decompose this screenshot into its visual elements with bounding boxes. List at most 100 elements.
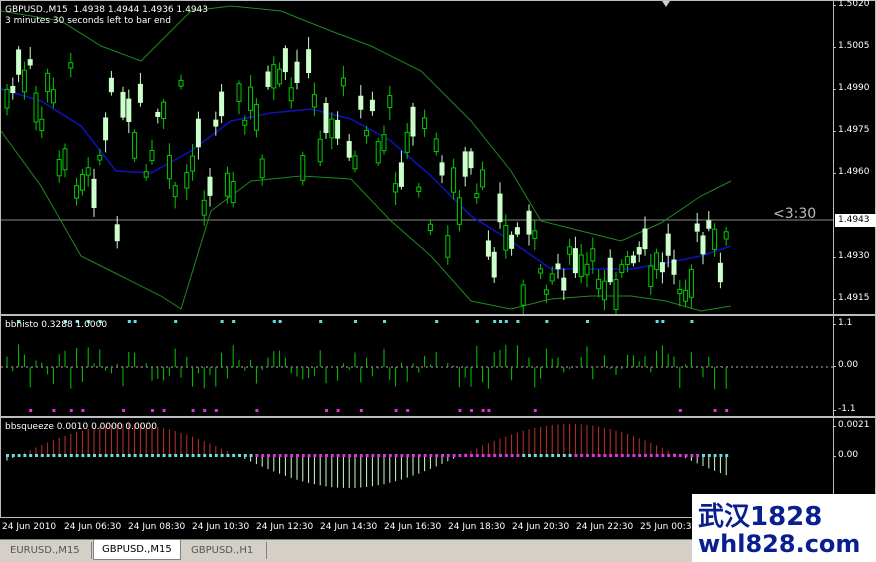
- bbsqueeze-dot: [17, 454, 21, 457]
- price-tick: 1.4915: [833, 293, 870, 303]
- bbsqueeze-dot: [690, 454, 694, 457]
- bbsqueeze-dot: [603, 454, 607, 457]
- time-label: 24 Jun 08:30: [128, 522, 186, 532]
- bbsqueeze-dot: [174, 454, 178, 457]
- bbhisto-dot-bottom: [481, 409, 485, 412]
- bbsqueeze-dot: [243, 454, 247, 457]
- bbsqueeze-dot: [23, 454, 27, 457]
- bar-countdown-label: 3 minutes 30 seconds left to bar end: [5, 16, 171, 26]
- candle-body: [404, 131, 410, 153]
- bollinger-upper-line: [1, 5, 732, 242]
- shift-marker-icon[interactable]: [662, 1, 670, 7]
- bbsqueeze-dot: [394, 454, 398, 457]
- bbsqueeze-dot: [388, 454, 392, 457]
- bbhisto-dot-top: [220, 320, 224, 323]
- candle-body: [190, 155, 196, 172]
- bbsqueeze-dot: [649, 454, 653, 457]
- bbhisto-scale[interactable]: 1.1 0.00 -1.1: [832, 316, 876, 416]
- bbsqueeze-dot: [574, 454, 578, 457]
- bbsqueeze-dot: [423, 454, 427, 457]
- candle-body: [184, 172, 190, 189]
- price-chart-pane[interactable]: GBPUSD.,M15 1.4938 1.4944 1.4936 1.4943 …: [0, 0, 876, 315]
- bbsqueeze-dot: [98, 454, 102, 457]
- candle-body: [491, 251, 497, 278]
- bbsqueeze-dot: [620, 454, 624, 457]
- bbhisto-dot-bottom: [81, 409, 85, 412]
- tab-eurusd-m15[interactable]: EURUSD.,M15: [2, 542, 92, 559]
- tab-gbpusd-h1[interactable]: GBPUSD.,H1: [183, 542, 267, 559]
- bbsqueeze-dot: [290, 454, 294, 457]
- bbsqueeze-dot: [209, 454, 212, 457]
- bbsqueeze-dot: [713, 454, 717, 457]
- bbhisto-dot-top: [655, 320, 659, 323]
- bbsqueeze-dot: [319, 454, 323, 457]
- bbsqueeze-dot: [562, 454, 566, 457]
- bbsqueeze-dot: [162, 454, 166, 457]
- bbhisto-dot-top: [383, 320, 386, 323]
- bbsqueeze-dot: [46, 454, 50, 457]
- candle-body: [21, 69, 27, 93]
- time-label: 24 Jun 12:30: [256, 522, 314, 532]
- bbhisto-pane[interactable]: bbhisto 0.3288 1.0000 1.1 0.00 -1.1: [0, 315, 876, 417]
- bbsqueeze-dot: [510, 454, 514, 457]
- bbsqueeze-dot: [307, 454, 311, 457]
- bbhisto-dot-bottom: [69, 409, 73, 412]
- candle-body: [456, 197, 462, 225]
- candle-body: [62, 148, 68, 171]
- candle-body: [375, 141, 381, 164]
- bbsqueeze-dot: [504, 454, 508, 457]
- bbhisto-dot-bottom: [458, 409, 462, 412]
- price-scale[interactable]: 1.5020 1.5005 1.4990 1.4975 1.4960 1.493…: [833, 0, 876, 314]
- bbsqueeze-dot: [452, 454, 456, 457]
- bbsqueeze-dot: [6, 454, 9, 457]
- bbsqueeze-dot: [203, 454, 207, 457]
- candle-body: [282, 48, 288, 73]
- bbsqueeze-dot: [615, 454, 618, 457]
- candle-body: [50, 89, 56, 104]
- bbsqueeze-dot: [81, 454, 85, 457]
- bbsqueeze-dot: [644, 454, 647, 457]
- bbsqueeze-dot: [359, 454, 363, 457]
- bbsqueeze-dot: [330, 454, 334, 457]
- candle-body: [230, 180, 236, 204]
- bbsqueeze-dot: [417, 454, 421, 457]
- bbsqueeze-dot: [412, 454, 415, 457]
- candle-body: [253, 104, 259, 131]
- bbhisto-dot-top: [272, 320, 276, 323]
- candle-body: [16, 49, 22, 75]
- candle-body: [439, 162, 445, 176]
- bbsqueeze-dot: [296, 454, 299, 457]
- bbsqueeze-dot: [354, 454, 357, 457]
- candle-body: [671, 259, 677, 275]
- bbhisto-dot-top: [586, 320, 589, 323]
- bbsqueeze-dot: [678, 454, 682, 457]
- bbsqueeze-dot: [371, 454, 375, 457]
- candle-body: [91, 178, 97, 208]
- bbhisto-dot-top: [133, 320, 137, 323]
- candle-body: [166, 155, 172, 180]
- bbsqueeze-dot: [232, 454, 236, 457]
- bbhisto-dot-top: [499, 320, 502, 323]
- time-label: 24 Jun 10:30: [192, 522, 250, 532]
- price-plot-area[interactable]: [1, 1, 833, 314]
- bbsqueeze-dot: [707, 454, 711, 457]
- candle-body: [596, 278, 602, 290]
- bbhisto-dot-top: [690, 320, 694, 323]
- bar-timer-label: <3:30: [773, 206, 817, 222]
- candle-body: [294, 61, 300, 84]
- moving-average-line: [1, 88, 732, 270]
- bbsqueeze-dot: [313, 454, 317, 457]
- candle-body: [584, 263, 590, 276]
- bbsqueeze-dot: [446, 454, 450, 457]
- price-tick: 1.5005: [833, 41, 870, 51]
- bbsqueeze-tick: 0.0021: [833, 420, 870, 430]
- bbhisto-svg: [1, 320, 833, 412]
- tab-gbpusd-m15[interactable]: GBPUSD.,M15: [93, 540, 181, 560]
- candle-body: [178, 79, 184, 87]
- bbhisto-dot-bottom: [394, 409, 398, 412]
- bbhisto-tick: 0.00: [832, 360, 859, 370]
- candle-body: [259, 158, 265, 179]
- bbsqueeze-dot: [127, 454, 131, 457]
- bbsqueeze-dot: [528, 454, 531, 457]
- bbhisto-plot-area[interactable]: [1, 316, 833, 416]
